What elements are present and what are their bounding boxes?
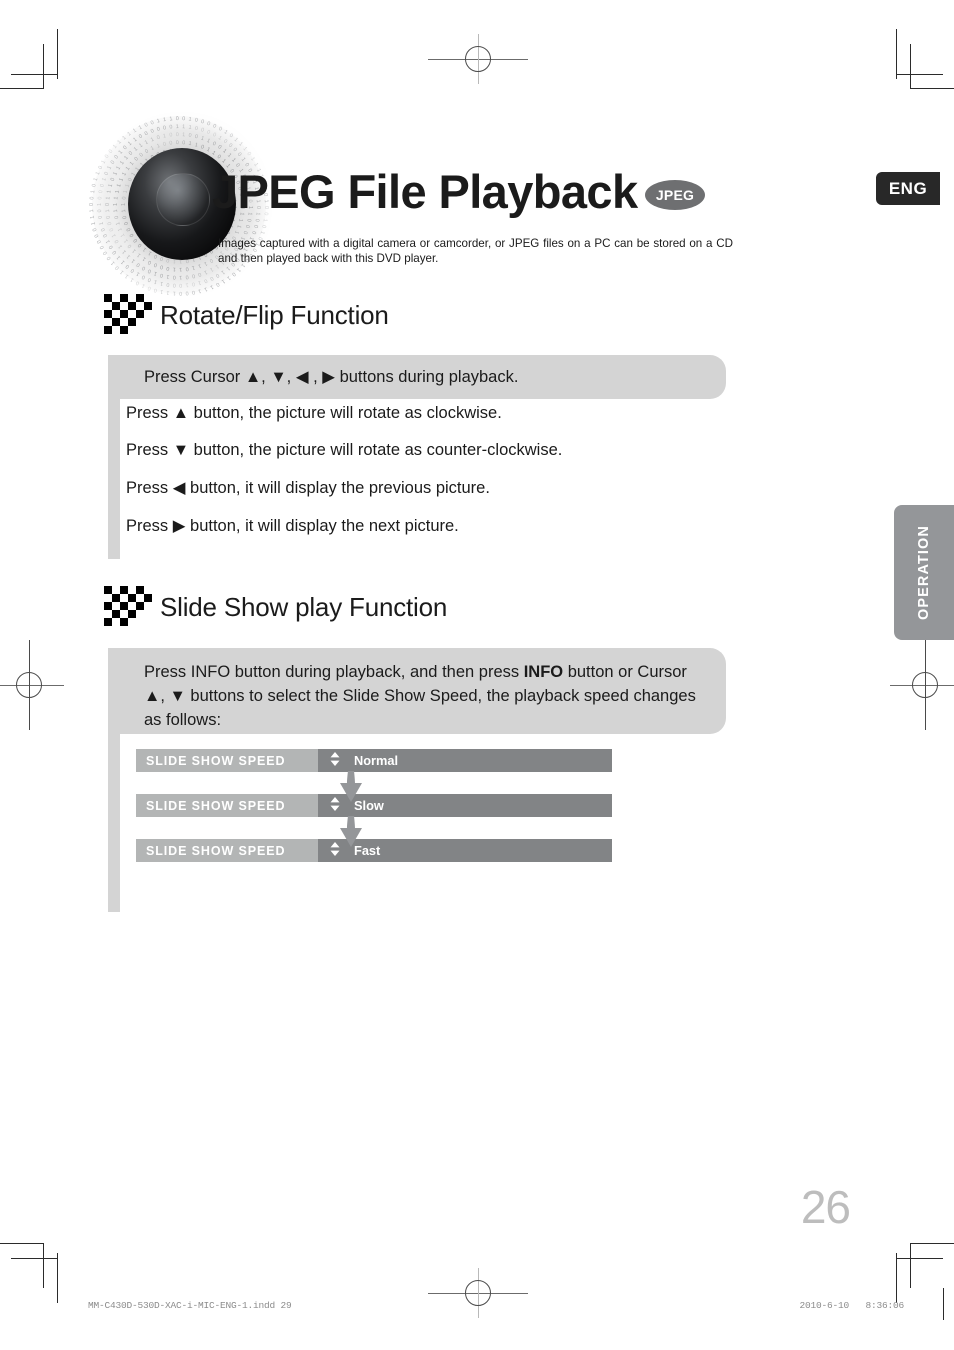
osd-bar-label: SLIDE SHOW SPEED — [136, 794, 318, 817]
section-title: Slide Show play Function — [160, 591, 448, 622]
callout-text: Press INFO button during playback, and t… — [108, 648, 726, 732]
footer-timestamp: 2010-6-10 8:36:06 — [799, 1300, 904, 1311]
list-item: Press ▼ button, the picture will rotate … — [126, 441, 563, 459]
callout-text-part1: Press INFO button during playback, and t… — [144, 663, 524, 681]
crop-mark-top-left-v1 — [57, 29, 58, 79]
crop-mark-top-right-v2 — [910, 44, 911, 89]
osd-bar-normal: SLIDE SHOW SPEED Normal — [136, 749, 612, 772]
crop-mark-top-right-h1 — [896, 74, 943, 75]
page-title: JPEG File Playback — [212, 165, 638, 218]
list-item: Press ▲ button, the picture will rotate … — [126, 404, 502, 422]
rotate-flip-instruction-list: Press ▲ button, the picture will rotate … — [126, 404, 562, 554]
registration-mark-bottom — [428, 1268, 528, 1318]
callout-rotate-flip: Press Cursor ▲, ▼, ◀ , ▶ buttons during … — [108, 355, 726, 399]
manual-page: ENG OPERATION 00101010001101101110001110… — [0, 0, 954, 1350]
registration-mark-right — [890, 640, 954, 730]
crop-mark-bottom-left-v1 — [57, 1253, 58, 1303]
crop-mark-bottom-left-h2 — [0, 1243, 44, 1244]
osd-bar-value: Normal — [354, 753, 399, 768]
flow-gap — [136, 771, 612, 802]
footer-filename: MM-C430D-530D-XAC-i-MIC-ENG-1.indd 29 — [88, 1300, 292, 1311]
section-title: Rotate/Flip Function — [160, 299, 389, 330]
callout-text-emphasis: INFO — [523, 663, 564, 681]
down-arrow-icon — [338, 816, 364, 852]
language-badge: ENG — [876, 172, 940, 205]
osd-bar-label: SLIDE SHOW SPEED — [136, 749, 318, 772]
crop-mark-bottom-right-v2 — [910, 1243, 911, 1288]
crop-mark-top-right-v1 — [896, 29, 897, 79]
checker-arrow-icon — [104, 294, 152, 336]
format-badge-jpeg: JPEG — [645, 180, 705, 210]
crop-mark-bottom-right-h1 — [896, 1258, 943, 1259]
crop-mark-bottom-right-h2 — [910, 1243, 954, 1244]
chapter-tab-operation: OPERATION — [894, 505, 954, 640]
section-rail-slide-show — [108, 734, 120, 912]
footer-rule — [943, 1288, 944, 1320]
page-intro-text: Images captured with a digital camera or… — [218, 237, 733, 265]
page-number: 26 — [800, 1181, 851, 1233]
slide-show-speed-flow: SLIDE SHOW SPEED Normal SLIDE SHOW SPEED — [136, 749, 612, 862]
section-header-rotate-flip: Rotate/Flip Function — [104, 294, 389, 336]
callout-text: Press Cursor ▲, ▼, ◀ , ▶ buttons during … — [144, 368, 519, 386]
crop-mark-top-left-h1 — [11, 74, 58, 75]
crop-mark-top-left-h2 — [0, 88, 44, 89]
chapter-tab-label: OPERATION — [916, 524, 932, 621]
registration-mark-top — [428, 34, 528, 84]
crop-mark-top-left-v2 — [43, 44, 44, 89]
flow-gap — [136, 816, 612, 847]
footer-time: 8:36:06 — [865, 1300, 904, 1311]
format-badge-label: JPEG — [655, 187, 695, 203]
osd-bar-fast: SLIDE SHOW SPEED Fast — [136, 839, 612, 862]
osd-bar-label: SLIDE SHOW SPEED — [136, 839, 318, 862]
registration-mark-left — [0, 640, 64, 730]
footer-date: 2010-6-10 — [799, 1300, 849, 1311]
crop-mark-bottom-left-v2 — [43, 1243, 44, 1288]
section-rail-rotate-flip — [108, 399, 120, 559]
crop-mark-top-right-h2 — [910, 88, 954, 89]
list-item: Press ▶ button, it will display the next… — [126, 517, 459, 535]
checker-arrow-icon — [104, 586, 152, 628]
language-badge-label: ENG — [888, 178, 928, 198]
osd-bar-value-area: Normal — [318, 749, 612, 772]
section-header-slide-show: Slide Show play Function — [104, 586, 447, 628]
crop-mark-bottom-left-h1 — [11, 1258, 58, 1259]
list-item: Press ◀ button, it will display the prev… — [126, 479, 490, 497]
up-down-arrow-icon — [330, 752, 340, 769]
crop-mark-bottom-right-v1 — [896, 1253, 897, 1303]
down-arrow-icon — [338, 771, 364, 807]
osd-bar-slow: SLIDE SHOW SPEED Slow — [136, 794, 612, 817]
callout-slide-show: Press INFO button during playback, and t… — [108, 648, 726, 734]
